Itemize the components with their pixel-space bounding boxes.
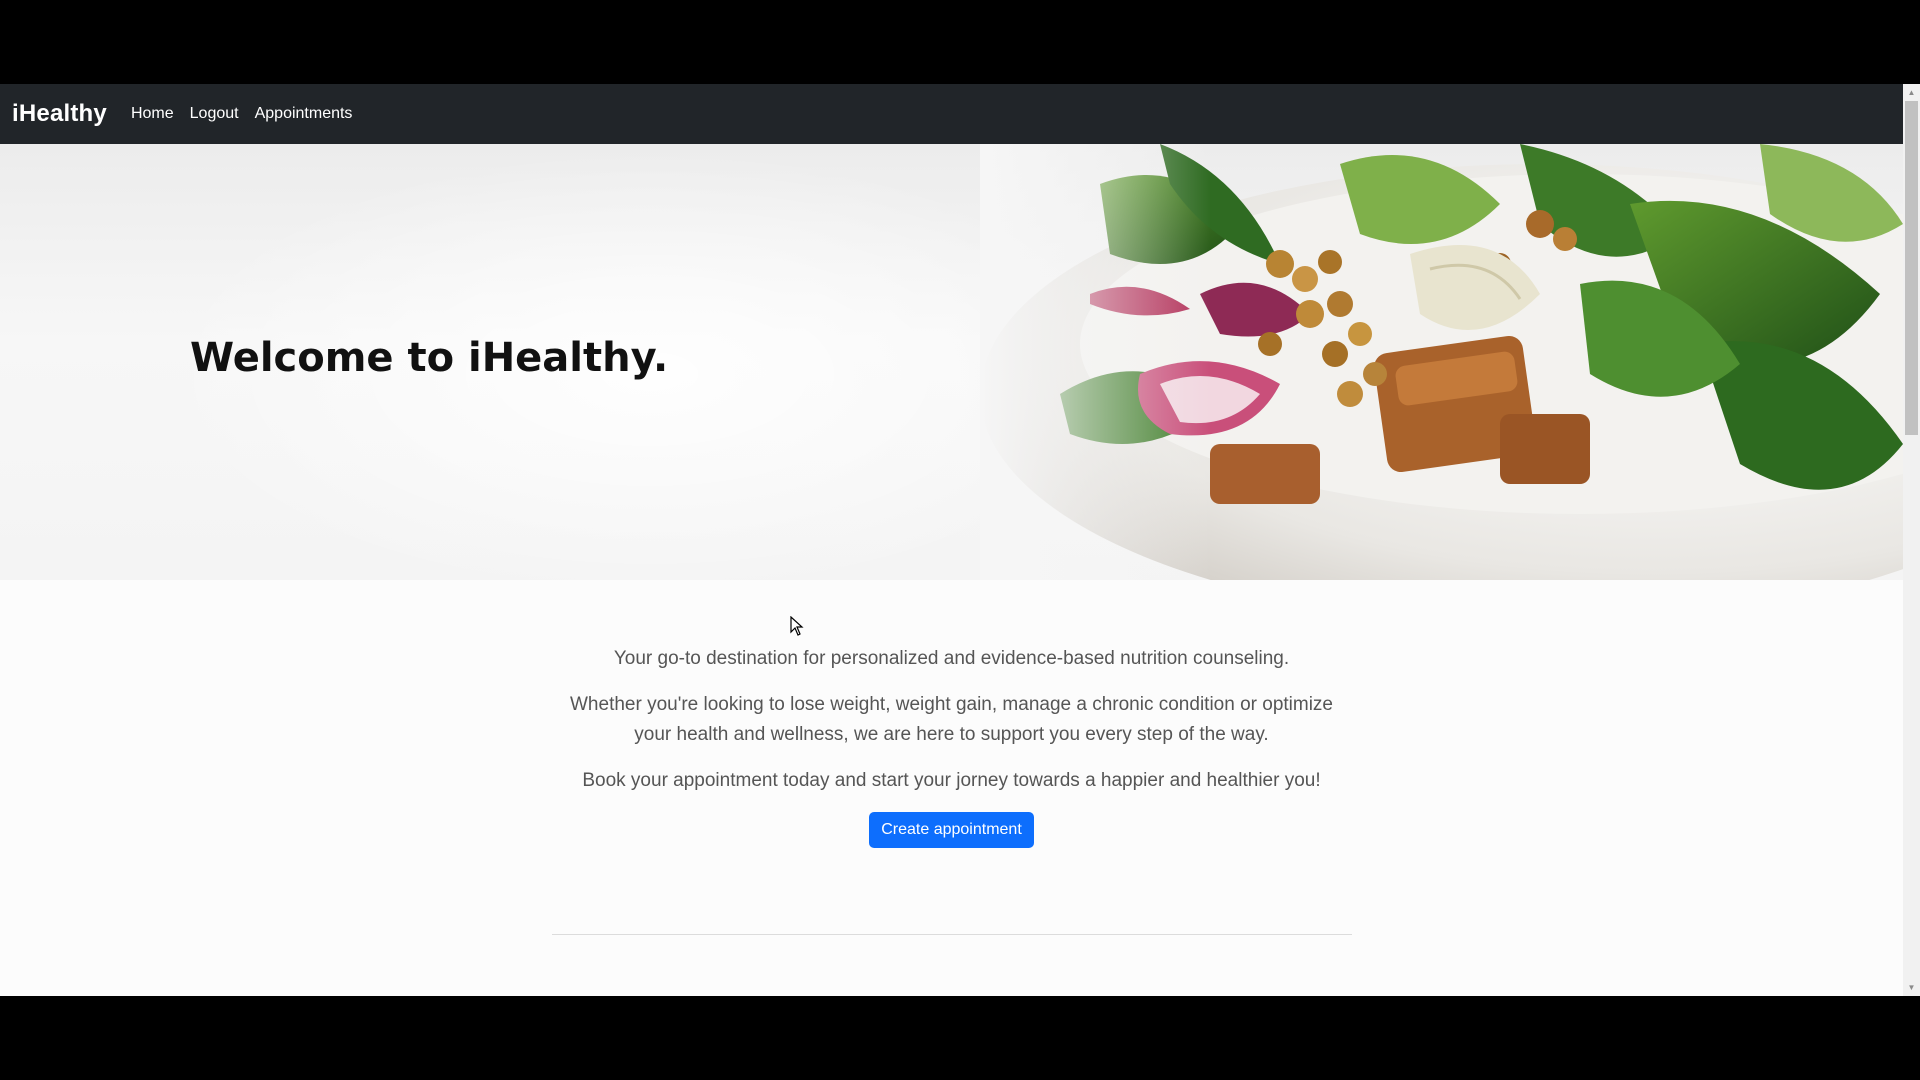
browser-viewport: iHealthy Home Logout Appointments Welcom… xyxy=(0,84,1920,996)
intro-text: Your go-to destination for personalized … xyxy=(613,648,1290,669)
hero-title: Welcome to iHealthy. xyxy=(190,335,669,381)
mouse-pointer-icon xyxy=(790,616,804,636)
intro-section: Your go-to destination for personalized … xyxy=(0,644,1903,848)
scrollbar-thumb[interactable] xyxy=(1905,101,1918,435)
nav-link-home[interactable]: Home xyxy=(131,105,174,123)
cta-text: Book your appointment today and start yo… xyxy=(582,770,1321,791)
nav-link-appointments[interactable]: Appointments xyxy=(255,105,353,123)
triangle-up-icon[interactable]: ▲ xyxy=(1903,84,1920,101)
section-divider xyxy=(552,934,1352,935)
hero-banner: Welcome to iHealthy. xyxy=(0,144,1903,580)
vertical-scrollbar[interactable]: ▲ ▼ xyxy=(1903,84,1920,996)
top-navbar: iHealthy Home Logout Appointments xyxy=(0,84,1903,144)
support-text: Whether you're looking to lose weight, w… xyxy=(570,694,1333,745)
nav-link-logout[interactable]: Logout xyxy=(190,105,239,123)
brand-logo-link[interactable]: iHealthy xyxy=(12,100,107,128)
salad-bowl-image xyxy=(980,144,1903,580)
create-appointment-button[interactable]: Create appointment xyxy=(869,812,1034,848)
triangle-down-icon[interactable]: ▼ xyxy=(1903,979,1920,996)
